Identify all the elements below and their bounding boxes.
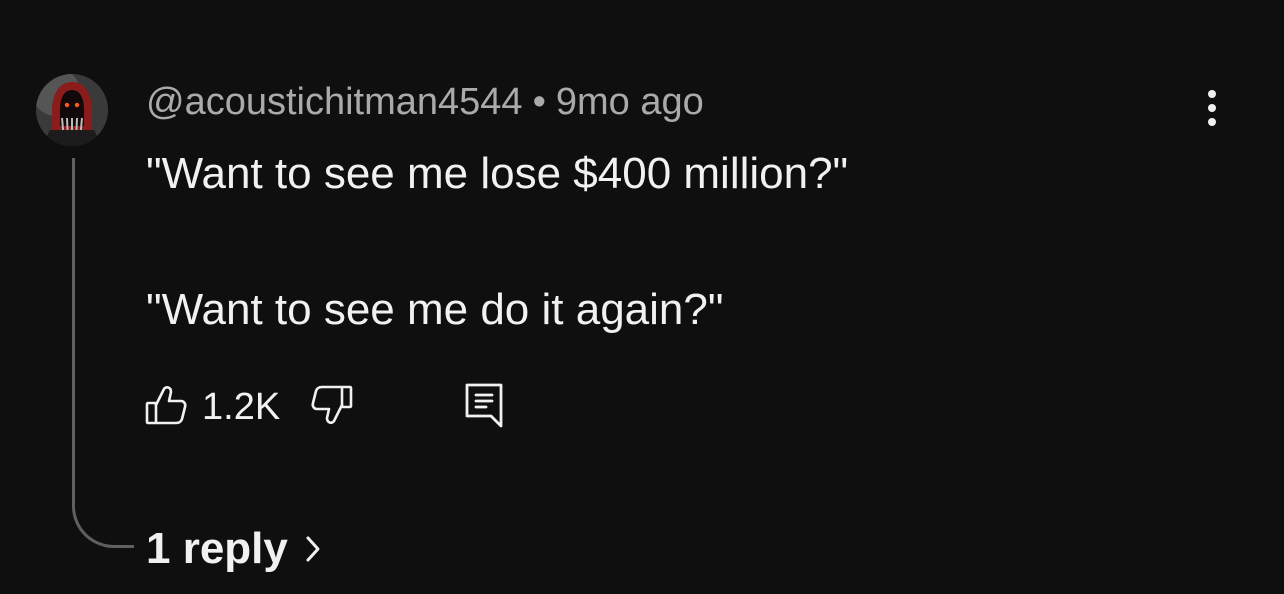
comment-header: @acoustichitman4544 • 9mo ago bbox=[146, 80, 704, 124]
timestamp[interactable]: 9mo ago bbox=[556, 81, 704, 123]
avatar[interactable] bbox=[36, 74, 108, 146]
comment-line: "Want to see me do it again?" bbox=[146, 285, 724, 334]
replies-label: 1 reply bbox=[146, 524, 288, 573]
comment-body: "Want to see me lose $400 million?" "Wan… bbox=[146, 140, 1224, 344]
like-button[interactable]: 1.2K bbox=[144, 383, 280, 432]
comment-line: "Want to see me lose $400 million?" bbox=[146, 149, 849, 198]
author-name[interactable]: @acoustichitman4544 bbox=[146, 81, 523, 123]
view-replies-button[interactable]: 1 reply bbox=[146, 522, 322, 576]
chevron-right-icon bbox=[304, 533, 322, 565]
separator-dot: • bbox=[532, 81, 546, 123]
dislike-button[interactable] bbox=[310, 383, 354, 432]
thumbs-down-icon bbox=[310, 383, 354, 432]
thread-line bbox=[72, 158, 134, 548]
comment-reply-icon bbox=[464, 382, 504, 433]
like-count: 1.2K bbox=[202, 385, 281, 428]
more-vert-icon bbox=[1206, 88, 1218, 133]
reply-button[interactable] bbox=[464, 382, 504, 433]
more-options-button[interactable] bbox=[1192, 86, 1232, 134]
thumbs-up-icon bbox=[144, 383, 188, 432]
comment-actions: 1.2K bbox=[144, 382, 504, 433]
